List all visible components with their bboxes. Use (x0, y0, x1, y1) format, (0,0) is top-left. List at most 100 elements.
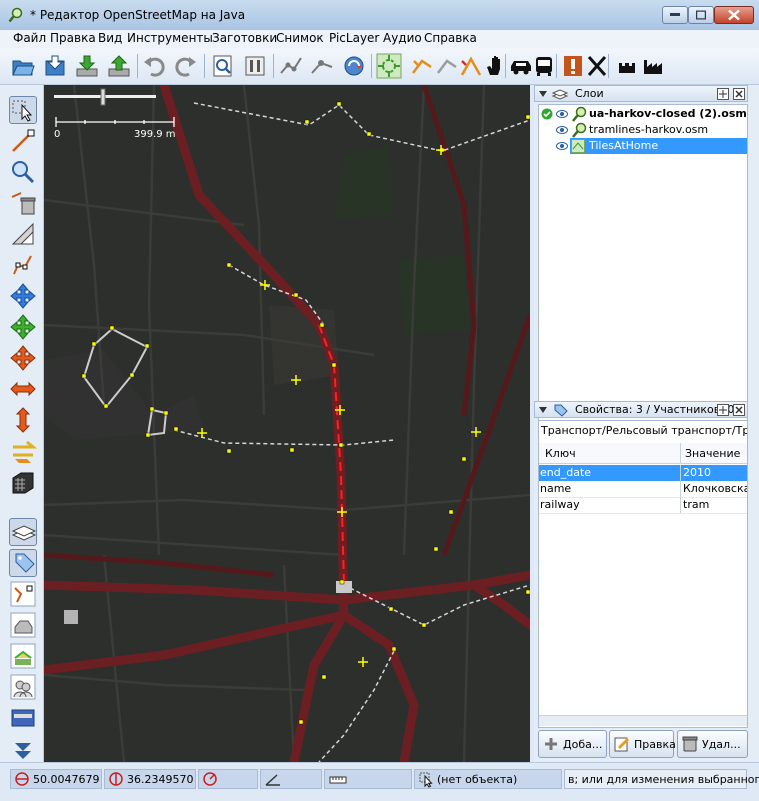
layer-name: tramlines-harkov.osm (589, 123, 709, 136)
visibility-eye-icon[interactable] (556, 109, 568, 119)
properties-toggle-button[interactable] (9, 549, 37, 577)
menu-file[interactable]: Файл (13, 31, 46, 45)
menu-tools[interactable]: Инструменты (127, 31, 213, 45)
menu-help[interactable]: Справка (424, 31, 477, 45)
menu-audio[interactable]: Аудио (383, 31, 422, 45)
user-list-button[interactable] (9, 673, 37, 701)
save-button[interactable] (42, 53, 68, 79)
close-button[interactable] (714, 6, 754, 24)
conflict-list-button[interactable] (9, 642, 37, 670)
undo-button[interactable] (141, 53, 167, 79)
key-column-header[interactable]: Ключ (545, 447, 576, 460)
bus-preset-button[interactable] (531, 53, 557, 79)
visibility-eye-icon[interactable] (556, 141, 568, 151)
menu-presets[interactable]: Заготовки (212, 31, 277, 45)
maximize-button[interactable] (688, 6, 714, 24)
building-mode-button[interactable] (9, 468, 37, 496)
redo-button[interactable] (173, 53, 199, 79)
visibility-eye-icon[interactable] (556, 125, 568, 135)
delete-mode-button[interactable] (9, 189, 37, 217)
layers-stack-icon (11, 525, 37, 541)
scale-mode-button[interactable] (9, 344, 37, 372)
more-tools-button[interactable] (9, 737, 37, 765)
magnifier-icon (12, 161, 35, 184)
layer-row[interactable]: tramlines-harkov.osm (539, 122, 747, 138)
restaurant-preset-button[interactable] (584, 53, 610, 79)
layers-panel-title[interactable]: Слои (534, 85, 748, 102)
parallel-icon (13, 440, 38, 463)
zoom-mode-button[interactable] (9, 158, 37, 186)
split-way-button[interactable] (278, 53, 304, 79)
hazard-preset-button[interactable] (560, 53, 586, 79)
tag-icon (554, 404, 568, 417)
download-button[interactable] (74, 53, 100, 79)
collapse-triangle-icon[interactable] (538, 405, 548, 415)
draw-mode-button[interactable] (9, 127, 37, 155)
menu-piclayer[interactable]: PicLayer (329, 31, 379, 45)
simplify-button[interactable] (434, 53, 460, 79)
table-row[interactable]: name Клочковская (539, 481, 747, 498)
vertical-move-button[interactable] (9, 406, 37, 434)
undock-button[interactable] (717, 88, 729, 100)
object-name: (нет объекта) (437, 773, 518, 786)
tag-value: tram (683, 498, 710, 511)
close-panel-button[interactable] (733, 404, 745, 416)
validator-button[interactable] (9, 704, 37, 732)
industry-preset-button[interactable] (641, 53, 667, 79)
selection-list-button[interactable] (9, 580, 37, 608)
undock-button[interactable] (717, 404, 729, 416)
open-file-button[interactable] (10, 53, 36, 79)
move-mode-button[interactable] (9, 282, 37, 310)
menu-edit[interactable]: Правка (50, 31, 96, 45)
map-canvas[interactable]: 0 399.9 m (44, 85, 530, 762)
horizontal-move-button[interactable] (9, 375, 37, 403)
distribute-button[interactable] (458, 53, 484, 79)
castle-preset-button[interactable] (614, 53, 640, 79)
layer-row[interactable]: TilesAtHome (539, 138, 747, 154)
improve-way-button[interactable] (9, 251, 37, 279)
table-row[interactable]: railway tram (539, 497, 747, 514)
scale-arrows-icon (10, 345, 36, 371)
add-tag-button[interactable]: Доба... (538, 730, 607, 758)
edit-tag-button[interactable]: Правка (609, 730, 676, 758)
layers-list[interactable]: ua-harkov-closed (2).osm tramlines-harko… (538, 104, 748, 446)
measure-mode-button[interactable] (9, 220, 37, 248)
menu-view[interactable]: Вид (98, 31, 122, 45)
selection-list-icon (10, 581, 36, 607)
zoom-slider-thumb[interactable] (100, 88, 106, 106)
properties-panel-title[interactable]: Свойства: 3 / Участников: 0 (534, 401, 748, 418)
horizontal-scrollbar[interactable] (539, 715, 747, 726)
ortho-button[interactable] (409, 53, 435, 79)
column-divider (680, 481, 681, 497)
align-nodes-button[interactable] (376, 53, 402, 79)
menu-imagery[interactable]: Снимок (276, 31, 324, 45)
layer-row[interactable]: ua-harkov-closed (2).osm (539, 106, 747, 122)
parallel-mode-button[interactable] (9, 437, 38, 465)
layers-toggle-button[interactable] (9, 518, 37, 546)
select-mode-button[interactable] (9, 96, 37, 124)
close-panel-button[interactable] (733, 88, 745, 100)
properties-title: Свойства: 3 / Участников: 0 (575, 403, 735, 416)
active-check-icon[interactable] (541, 108, 553, 120)
rotate-mode-button[interactable] (9, 313, 37, 341)
zoom-preview-button[interactable] (210, 53, 236, 79)
tag-icon (15, 553, 35, 573)
table-row[interactable]: end_date 2010 (539, 465, 747, 481)
josm-app-icon (8, 7, 23, 23)
delete-tag-button[interactable]: Удал... (677, 730, 748, 758)
collapse-triangle-icon[interactable] (538, 89, 548, 99)
map-view[interactable]: 0 399.9 m (44, 85, 530, 762)
trash-icon (11, 192, 36, 215)
upload-button[interactable] (106, 53, 132, 79)
combine-way-button[interactable] (309, 53, 335, 79)
minimize-button[interactable] (662, 6, 688, 24)
relation-list-button[interactable] (9, 611, 37, 639)
value-column-header[interactable]: Значение (685, 447, 740, 460)
preferences-button[interactable] (242, 53, 268, 79)
properties-table[interactable]: Транспорт/Рельсовый транспорт/Трамвай Кл… (538, 420, 748, 728)
reverse-way-button[interactable] (341, 53, 367, 79)
conflict-icon (10, 643, 36, 669)
title-bar[interactable]: * Редактор OpenStreetMap на Java (0, 0, 759, 31)
factory-icon (644, 60, 662, 74)
preset-link[interactable]: Транспорт/Рельсовый транспорт/Трамвай (541, 424, 747, 437)
